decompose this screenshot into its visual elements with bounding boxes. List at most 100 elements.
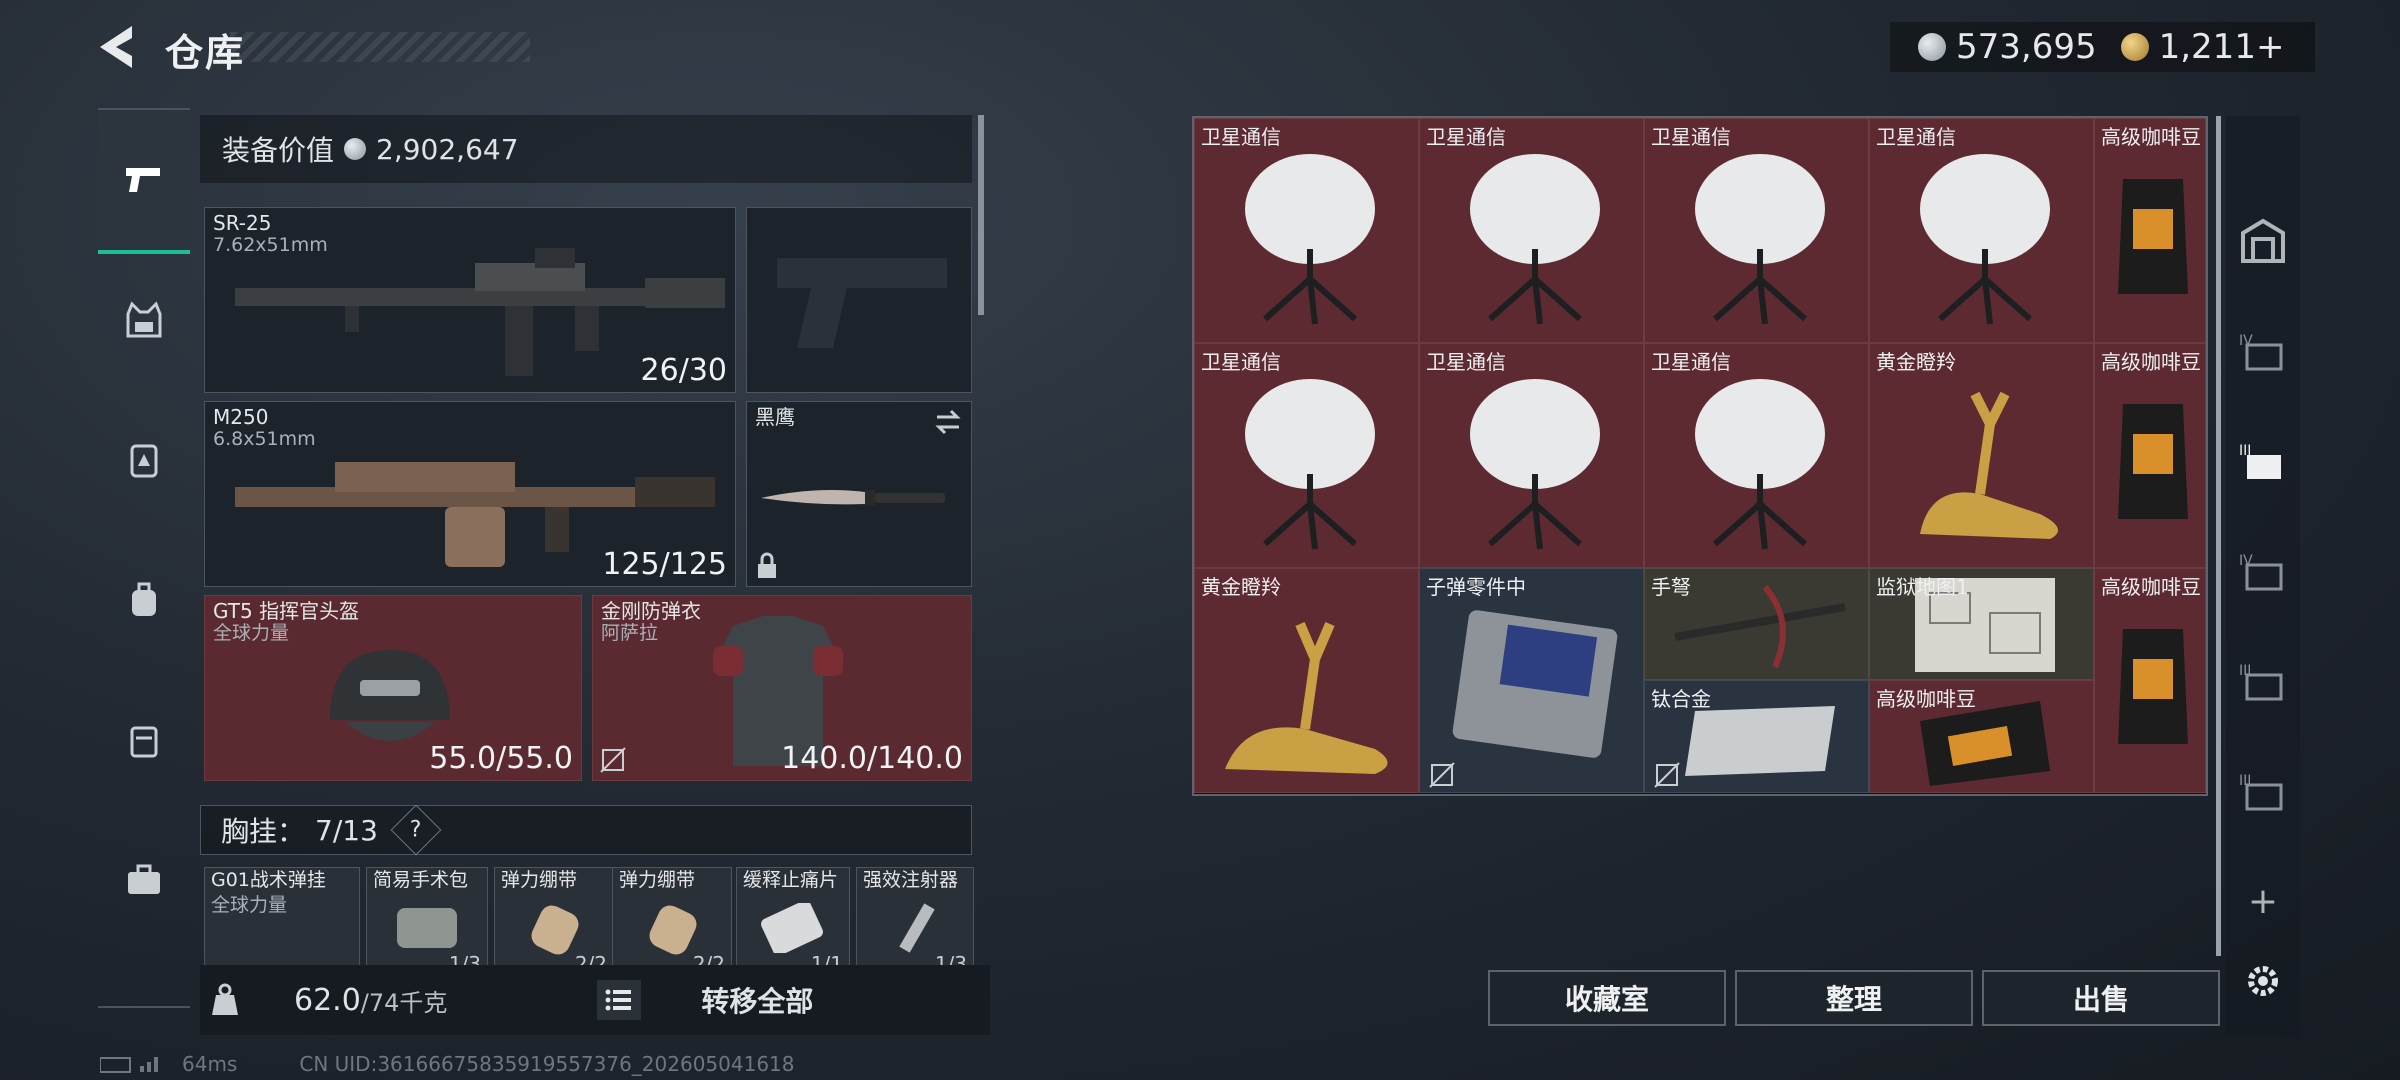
transfer-all-button[interactable]: 转移全部 bbox=[701, 980, 813, 1020]
page-title: 仓库 bbox=[165, 31, 246, 75]
chest-rig-item[interactable]: G01战术弹挂 全球力量 bbox=[204, 867, 360, 979]
chest-rig-item[interactable]: 简易手术包 1/3 bbox=[366, 867, 488, 979]
stash-item[interactable]: 高级咖啡豆 bbox=[2094, 568, 2206, 793]
stash-item[interactable]: 黄金瞪羚 bbox=[1869, 343, 2094, 568]
sort-button[interactable]: 整理 bbox=[1735, 970, 1973, 1026]
chest-rig-label: 胸挂： bbox=[221, 815, 306, 848]
stash-item[interactable]: 监狱地图1 bbox=[1869, 568, 2094, 680]
stash-item[interactable]: 手弩 bbox=[1644, 568, 1869, 680]
help-button[interactable]: ? bbox=[390, 804, 442, 856]
gold-amount[interactable]: 1,211+ bbox=[2159, 27, 2285, 67]
helmet-name: GT5 指挥官头盔 bbox=[213, 599, 360, 623]
satellite-dish-image bbox=[1245, 154, 1375, 325]
armor-durability: 140.0/140.0 bbox=[781, 741, 963, 776]
stash-item[interactable]: 高级咖啡豆 bbox=[2094, 118, 2206, 343]
weight-bar: 62.0 /74千克 转移全部 bbox=[200, 965, 990, 1035]
stash-item[interactable]: 黄金瞪羚 bbox=[1194, 568, 1419, 793]
chest-rig-item[interactable]: 缓释止痛片 1/1 bbox=[736, 867, 850, 979]
tab-containers[interactable] bbox=[98, 670, 190, 810]
back-button[interactable] bbox=[96, 22, 142, 72]
stash-item[interactable]: 卫星通信 bbox=[1194, 343, 1419, 568]
collection-room-button[interactable]: 收藏室 bbox=[1488, 970, 1726, 1026]
stash-scrollbar[interactable] bbox=[2216, 116, 2221, 956]
sell-button[interactable]: 出售 bbox=[1982, 970, 2220, 1026]
battery-signal-icon bbox=[100, 1057, 158, 1073]
bandage-image bbox=[649, 905, 697, 955]
chest-rig-item[interactable]: 弹力绷带 2/2 bbox=[494, 867, 614, 979]
tab-stash-3b[interactable]: III bbox=[2226, 626, 2300, 736]
swap-icon[interactable] bbox=[933, 408, 963, 436]
stash-item[interactable]: 卫星通信 bbox=[1644, 118, 1869, 343]
titanium-alloy-image bbox=[1685, 706, 1835, 776]
satellite-dish-image bbox=[1470, 379, 1600, 550]
vest-icon bbox=[126, 301, 162, 338]
stash-item[interactable]: 钛合金 bbox=[1644, 680, 1869, 793]
settings-button[interactable] bbox=[2226, 926, 2300, 1036]
equipment-category-tabs bbox=[98, 108, 190, 1008]
stash-page-icon: III bbox=[2239, 443, 2281, 479]
gear-icon bbox=[2248, 966, 2278, 996]
item-name: 卫星通信 bbox=[1876, 125, 1956, 149]
toolbox-icon bbox=[128, 864, 160, 894]
tab-stash-3-active[interactable]: III bbox=[2226, 406, 2300, 516]
list-icon[interactable] bbox=[597, 980, 642, 1020]
weight-icon bbox=[212, 983, 238, 1015]
stash-page-icon: IV bbox=[2239, 333, 2283, 371]
item-name: 简易手术包 bbox=[373, 869, 469, 891]
melee-slot[interactable]: 黑鹰 bbox=[746, 401, 972, 587]
primary-weapon-slot[interactable]: SR-25 7.62x51mm 26/30 bbox=[204, 207, 736, 393]
stash-item[interactable]: 卫星通信 bbox=[1419, 343, 1644, 568]
tab-stash-4b[interactable]: IV bbox=[2226, 516, 2300, 626]
stash-item[interactable]: 卫星通信 bbox=[1869, 118, 2094, 343]
secondary-weapon-slot[interactable]: M250 6.8x51mm 125/125 bbox=[204, 401, 736, 587]
satellite-dish-image bbox=[1695, 154, 1825, 325]
coffee-bag-image bbox=[2118, 629, 2188, 744]
equipment-panel: 装备价值 2,902,647 SR-25 7.62x51mm 26/30 M25… bbox=[200, 115, 990, 1035]
item-name: 弹力绷带 bbox=[619, 869, 696, 891]
status-bar: 64ms CN UID:3616667583591955737​6_202605… bbox=[100, 1052, 795, 1076]
item-name: 弹力绷带 bbox=[501, 869, 578, 891]
tab-toolbox[interactable] bbox=[98, 810, 190, 950]
stash-item[interactable]: 卫星通信 bbox=[1419, 118, 1644, 343]
item-name: 钛合金 bbox=[1651, 687, 1711, 711]
tab-armor[interactable] bbox=[98, 390, 190, 530]
item-faction: 全球力量 bbox=[211, 894, 288, 916]
no-insure-icon bbox=[1429, 762, 1455, 788]
stash-page-icon: III bbox=[2239, 663, 2283, 701]
stash-item[interactable]: 高级咖啡豆 bbox=[1869, 680, 2094, 793]
item-name: 高级咖啡豆 bbox=[2101, 125, 2201, 149]
stash-item[interactable]: 卫星通信 bbox=[1194, 118, 1419, 343]
chest-rig-item[interactable]: 强效注射器 1/3 bbox=[856, 867, 974, 979]
tab-weapons[interactable] bbox=[98, 110, 190, 254]
tab-stash-4[interactable]: IV bbox=[2226, 296, 2300, 406]
helmet-slot[interactable]: GT5 指挥官头盔 全球力量 55.0/55.0 bbox=[204, 595, 582, 781]
no-insure-icon bbox=[600, 747, 626, 773]
item-name: 卫星通信 bbox=[1651, 350, 1731, 374]
chest-rig-item[interactable]: 弹力绷带 2/2 bbox=[612, 867, 732, 979]
stash-page-icon: IV bbox=[2239, 553, 2283, 591]
weapon-name: M250 bbox=[213, 405, 269, 429]
stash-item[interactable]: 高级咖啡豆 bbox=[2094, 343, 2206, 568]
tab-backpacks[interactable] bbox=[98, 530, 190, 670]
equipment-scrollbar[interactable] bbox=[978, 115, 984, 315]
case-icon bbox=[130, 726, 158, 758]
knife-image bbox=[761, 490, 945, 506]
armor-slot[interactable]: 金刚防弹衣 阿萨拉 140.0/140.0 bbox=[592, 595, 972, 781]
tab-chest-rigs[interactable] bbox=[98, 250, 190, 390]
satellite-dish-image bbox=[1470, 154, 1600, 325]
item-name: 高级咖啡豆 bbox=[2101, 350, 2201, 374]
item-name: 高级咖啡豆 bbox=[1876, 687, 1976, 711]
stash-page-tabs: IV III IV III III + bbox=[2226, 116, 2300, 1036]
stash-item[interactable]: 卫星通信 bbox=[1644, 343, 1869, 568]
sidearm-slot[interactable] bbox=[746, 207, 972, 393]
armor-name: 金刚防弹衣 bbox=[601, 599, 701, 623]
ammo-parts-case-image bbox=[1452, 610, 1618, 758]
backpack-icon bbox=[132, 582, 156, 616]
tab-stash-home[interactable] bbox=[2226, 186, 2300, 296]
coffee-bag-image bbox=[2118, 179, 2188, 294]
uid: CN UID:3616667583591955737​6_20260504161… bbox=[299, 1052, 795, 1076]
golden-gazelle-image bbox=[1920, 391, 2058, 539]
stash-item[interactable]: 子弹零件中 bbox=[1419, 568, 1644, 793]
tab-stash-3c[interactable]: III bbox=[2226, 736, 2300, 846]
item-name: 黄金瞪羚 bbox=[1876, 350, 1956, 374]
